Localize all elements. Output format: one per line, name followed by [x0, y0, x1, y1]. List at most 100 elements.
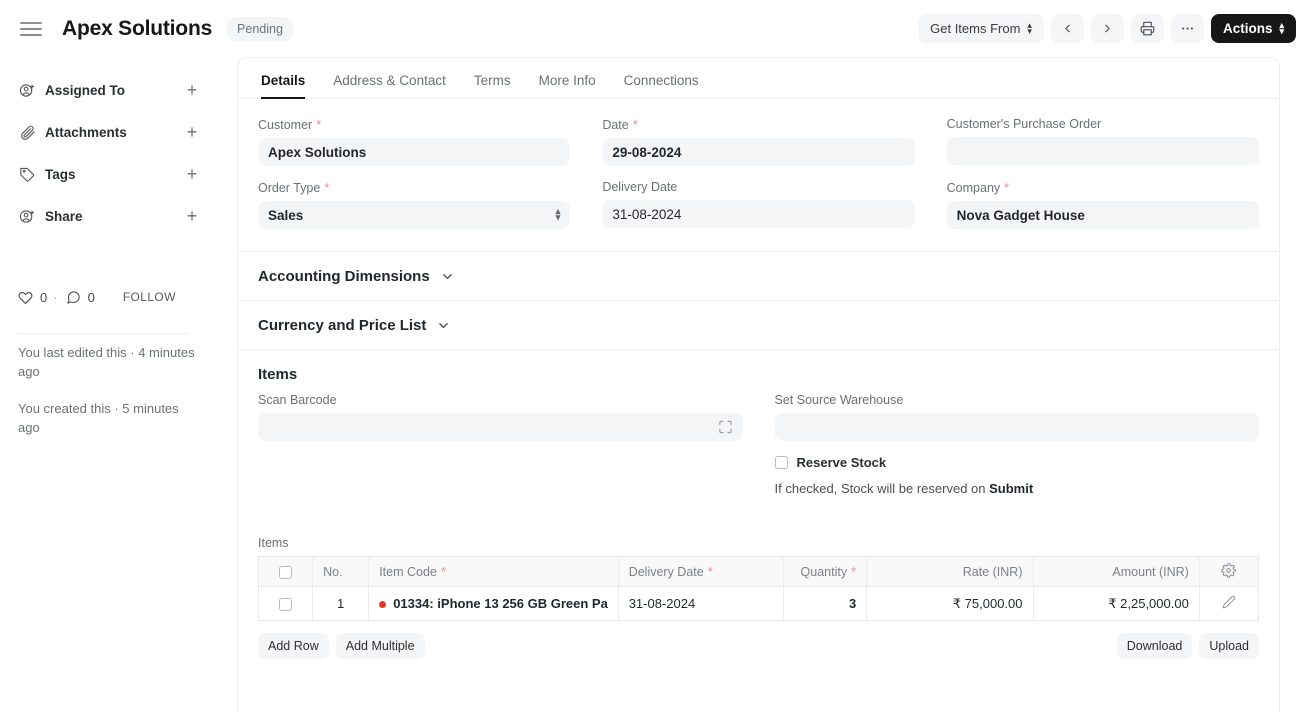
add-multiple-button[interactable]: Add Multiple: [336, 633, 425, 659]
cell-item-code[interactable]: 01334: iPhone 13 256 GB Green Pa: [369, 587, 618, 621]
column-header-amount[interactable]: Amount (INR): [1033, 557, 1199, 587]
accounting-dimensions-title: Accounting Dimensions: [258, 268, 430, 285]
print-button[interactable]: [1131, 14, 1164, 43]
cell-edit: [1199, 587, 1258, 621]
tag-icon: [18, 165, 36, 183]
sidebar-item-label: Assigned To: [45, 83, 125, 98]
scan-barcode-label: Scan Barcode: [258, 393, 743, 407]
get-items-from-button[interactable]: Get Items From ▴▾: [918, 14, 1044, 43]
currency-price-list-section-toggle[interactable]: Currency and Price List: [238, 301, 1279, 349]
company-input[interactable]: Nova Gadget House: [947, 201, 1259, 229]
tab-more-info[interactable]: More Info: [525, 73, 610, 98]
reserve-stock-checkbox[interactable]: [775, 456, 788, 469]
accounting-dimensions-section-toggle[interactable]: Accounting Dimensions: [238, 252, 1279, 300]
table-header-row: No. Item Code* Delivery Date* Quantity* …: [259, 557, 1259, 587]
scan-viewfinder-icon[interactable]: [718, 420, 733, 435]
top-bar-actions: Get Items From ▴▾: [918, 14, 1296, 43]
hamburger-bar: [20, 22, 42, 24]
order-type-select[interactable]: Sales ▴▾: [258, 201, 570, 229]
chevron-updown-icon: ▴▾: [1027, 23, 1032, 34]
chevron-down-icon: [440, 269, 455, 284]
sidebar-item-assigned-to[interactable]: Assigned To +: [18, 69, 200, 111]
column-header-rate[interactable]: Rate (INR): [867, 557, 1033, 587]
cell-quantity[interactable]: 3: [784, 587, 867, 621]
add-share-button[interactable]: +: [184, 207, 200, 225]
add-row-button[interactable]: Add Row: [258, 633, 329, 659]
chevron-left-icon: [1061, 22, 1074, 35]
column-header-delivery-date[interactable]: Delivery Date*: [618, 557, 783, 587]
sidebar: Assigned To + Attachments + Tags + Share…: [0, 57, 220, 437]
items-table-right-actions: Download Upload: [1110, 633, 1259, 659]
row-select-cell: [259, 587, 313, 621]
date-input[interactable]: 29-08-2024: [602, 138, 914, 166]
actions-button[interactable]: Actions ▴▾: [1211, 14, 1296, 43]
column-header-quantity[interactable]: Quantity*: [784, 557, 867, 587]
order-type-value: Sales: [268, 208, 303, 223]
required-marker: *: [633, 117, 638, 132]
tab-connections[interactable]: Connections: [610, 73, 713, 98]
column-header-no[interactable]: No.: [313, 557, 369, 587]
tab-terms[interactable]: Terms: [460, 73, 525, 98]
field-company: Company * Nova Gadget House: [947, 180, 1259, 229]
heart-icon[interactable]: [18, 289, 34, 305]
delivery-date-input[interactable]: 31-08-2024: [602, 200, 914, 228]
column-header-delivery-date-label: Delivery Date: [629, 565, 704, 579]
add-tag-button[interactable]: +: [184, 165, 200, 183]
add-assigned-to-button[interactable]: +: [184, 81, 200, 99]
sidebar-item-share[interactable]: Share +: [18, 195, 200, 237]
field-scan-barcode: Scan Barcode: [258, 393, 743, 496]
select-all-checkbox[interactable]: [279, 566, 292, 579]
sidebar-item-label: Share: [45, 209, 83, 224]
column-header-item-code[interactable]: Item Code*: [369, 557, 618, 587]
cell-amount[interactable]: ₹ 2,25,000.00: [1033, 587, 1199, 621]
comment-icon[interactable]: [66, 289, 82, 305]
actions-label: Actions: [1223, 21, 1273, 36]
required-marker: *: [441, 564, 446, 579]
follow-button[interactable]: FOLLOW: [123, 290, 176, 304]
customer-input[interactable]: Apex Solutions: [258, 138, 570, 166]
row-checkbox[interactable]: [279, 598, 292, 611]
ellipsis-icon: [1180, 21, 1195, 36]
table-row[interactable]: 1 01334: iPhone 13 256 GB Green Pa 31-08…: [259, 587, 1259, 621]
paperclip-icon: [18, 123, 36, 141]
cell-row-number: 1: [313, 587, 369, 621]
date-label: Date: [602, 118, 628, 132]
field-date: Date * 29-08-2024: [602, 117, 914, 166]
sidebar-divider: [18, 333, 188, 334]
like-count: 0: [40, 290, 47, 305]
tab-details[interactable]: Details: [261, 73, 319, 98]
page-title: Apex Solutions: [62, 17, 212, 41]
upload-button[interactable]: Upload: [1199, 633, 1259, 659]
hamburger-icon[interactable]: [18, 16, 44, 42]
gear-icon[interactable]: [1221, 563, 1236, 578]
sidebar-item-attachments[interactable]: Attachments +: [18, 111, 200, 153]
delivery-date-label: Delivery Date: [602, 180, 677, 194]
download-button[interactable]: Download: [1117, 633, 1193, 659]
scan-barcode-input[interactable]: [258, 413, 743, 441]
status-badge: Pending: [226, 17, 294, 41]
app-root: Apex Solutions Pending Get Items From ▴▾: [0, 0, 1314, 712]
required-marker: *: [324, 180, 329, 195]
cell-delivery-date[interactable]: 31-08-2024: [618, 587, 783, 621]
next-document-button[interactable]: [1091, 14, 1124, 43]
set-source-warehouse-input[interactable]: [775, 413, 1260, 441]
items-table-block: Items No. Item Code*: [238, 536, 1279, 621]
reserve-stock-hint-bold: Submit: [989, 481, 1033, 496]
sidebar-item-label: Attachments: [45, 125, 127, 140]
cell-rate[interactable]: ₹ 75,000.00: [867, 587, 1033, 621]
pencil-icon[interactable]: [1222, 595, 1236, 609]
customer-label-row: Customer *: [258, 117, 570, 132]
reserve-stock-hint: If checked, Stock will be reserved on Su…: [775, 481, 1260, 496]
printer-icon: [1140, 21, 1155, 36]
previous-document-button[interactable]: [1051, 14, 1084, 43]
tab-address-contact[interactable]: Address & Contact: [319, 73, 460, 98]
comment-count: 0: [88, 290, 95, 305]
chevron-updown-icon: ▴▾: [556, 209, 561, 220]
purchase-order-input[interactable]: [947, 137, 1259, 165]
purchase-order-label-row: Customer's Purchase Order: [947, 117, 1259, 131]
add-attachment-button[interactable]: +: [184, 123, 200, 141]
sidebar-item-tags[interactable]: Tags +: [18, 153, 200, 195]
more-options-button[interactable]: [1171, 14, 1204, 43]
select-all-header: [259, 557, 313, 587]
chevron-updown-icon: ▴▾: [1279, 23, 1284, 34]
